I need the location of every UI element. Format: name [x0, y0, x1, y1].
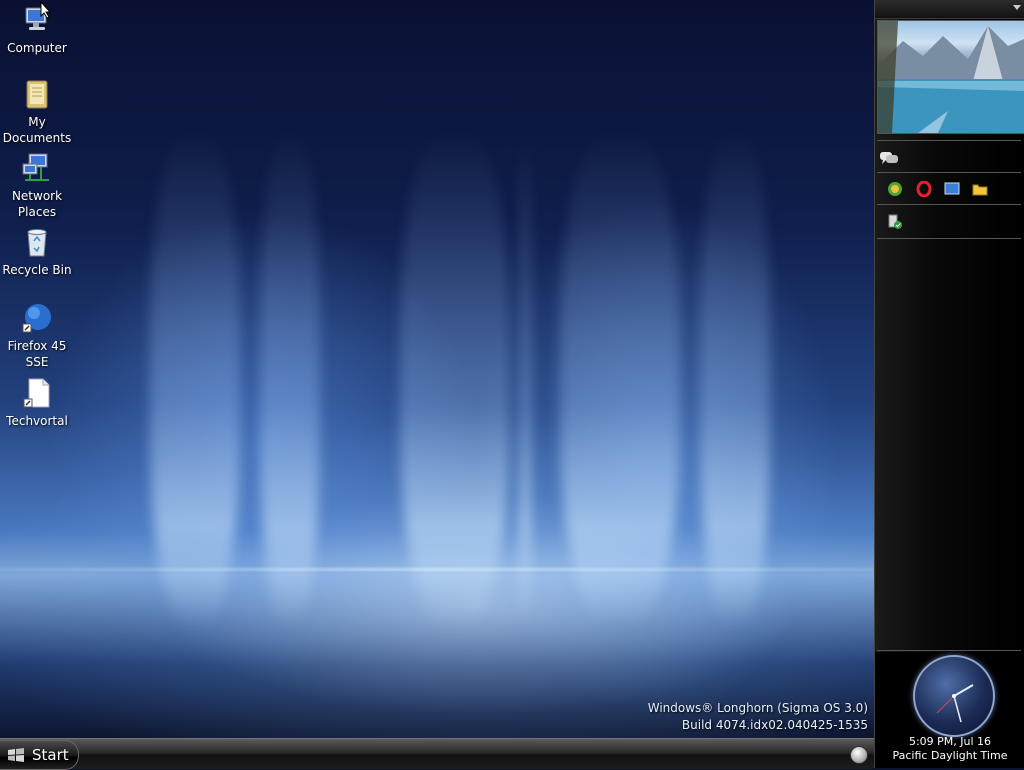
green-orb-icon[interactable] [887, 181, 903, 197]
clock-gadget[interactable]: 5:09 PM, Jul 16 Pacific Daylight Time [875, 652, 1024, 768]
monitor-icon[interactable] [944, 181, 960, 197]
desktop-icon-label: My Documents [2, 115, 72, 145]
clock-time-date: 5:09 PM, Jul 16 [908, 735, 992, 748]
desktop-icon-firefox[interactable]: Firefox 45 SSE [0, 302, 74, 370]
start-button[interactable]: Start [0, 740, 79, 770]
documents-folder-icon [21, 78, 53, 110]
watermark-build: Build 4074.idx02.040425-1535 [681, 718, 868, 732]
folder-icon[interactable] [972, 181, 988, 197]
recycle-check-icon [888, 214, 902, 229]
recycle-bin-icon [21, 226, 53, 258]
desktop-icon-label: Firefox 45 SSE [7, 339, 67, 369]
windows-flag-icon [8, 748, 24, 762]
desktop-icon-techvortal[interactable]: Techvortal [0, 377, 74, 429]
sidebar-tile-recycle[interactable] [877, 210, 1021, 236]
desktop-icon-label: Computer [7, 41, 67, 55]
desktop-icon-my-documents[interactable]: My Documents [0, 78, 74, 146]
firefox-icon [21, 302, 53, 334]
tray-orb-icon[interactable] [850, 746, 868, 764]
build-watermark: Windows® Longhorn (Sigma OS 3.0) Build 4… [648, 700, 868, 734]
taskbar: Start [0, 738, 874, 770]
desktop-icon-label: Network Places [11, 189, 63, 219]
desktop[interactable]: Computer My Documents Network Places Rec… [0, 0, 874, 738]
watermark-title: Windows® Longhorn (Sigma OS 3.0) [647, 701, 868, 715]
start-label: Start [32, 746, 69, 764]
chevron-down-icon[interactable] [1013, 5, 1021, 10]
chat-bubbles-icon [880, 152, 898, 164]
desktop-icon-label: Recycle Bin [2, 263, 72, 277]
desktop-icon-recycle-bin[interactable]: Recycle Bin [0, 226, 74, 278]
clock-timezone: Pacific Daylight Time [892, 749, 1008, 762]
desktop-icon-computer[interactable]: Computer [0, 4, 74, 56]
sidebar-menu-bar[interactable] [875, 0, 1024, 19]
mountain-lake-photo [878, 21, 1024, 133]
network-icon [21, 152, 53, 184]
analog-clock-icon [913, 655, 995, 737]
opera-icon[interactable] [916, 181, 932, 197]
sidebar: 5:09 PM, Jul 16 Pacific Daylight Time [874, 0, 1024, 768]
mouse-cursor-icon [40, 1, 52, 19]
desktop-icon-network-places[interactable]: Network Places [0, 152, 74, 220]
sidebar-tile-launcher [877, 176, 1021, 202]
desktop-icon-label: Techvortal [6, 414, 68, 428]
file-shortcut-icon [21, 377, 53, 409]
slideshow-tile[interactable] [877, 20, 1024, 134]
sidebar-tile-messenger[interactable] [877, 146, 1021, 170]
